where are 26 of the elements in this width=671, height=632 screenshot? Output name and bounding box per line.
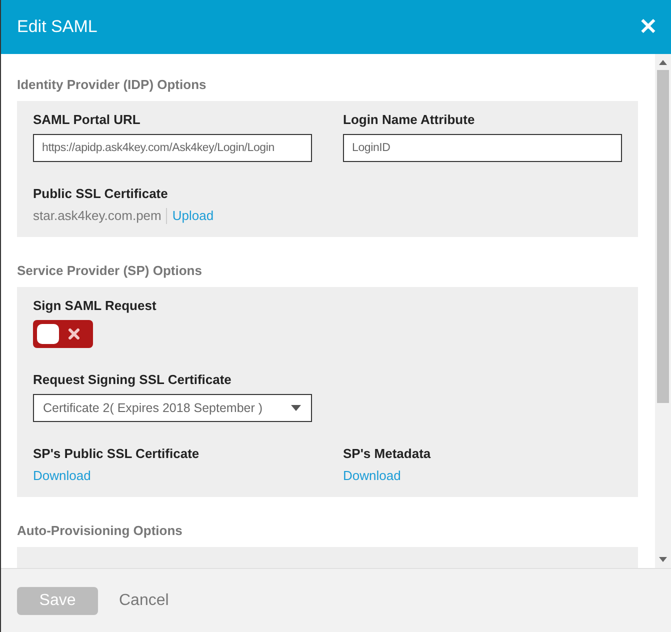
caret-icon	[291, 405, 301, 411]
text-field[interactable]: LoginID	[343, 134, 622, 162]
toggle-switch[interactable]	[33, 320, 93, 348]
dialog-title: Edit SAML	[17, 16, 98, 38]
download-link[interactable]: Download	[33, 468, 91, 484]
field-label: Public SSL Certificate	[33, 186, 168, 202]
scroll-down-icon[interactable]	[659, 557, 667, 562]
section-heading: Identity Provider (IDP) Options	[17, 77, 206, 93]
close-button[interactable]: ✕	[639, 16, 657, 38]
field-label: Sign SAML Request	[33, 298, 156, 314]
file-name: star.ask4key.com.pem	[33, 208, 168, 224]
scroll-up-icon[interactable]	[659, 60, 667, 65]
section-heading: Auto-Provisioning Options	[17, 523, 182, 539]
select-dropdown[interactable]: Certificate 2( Expires 2018 September )	[33, 394, 312, 422]
x-icon	[68, 328, 80, 340]
field-label: Request Signing SSL Certificate	[33, 372, 232, 388]
text-field[interactable]: https://apidp.ask4key.com/Ask4key/Login/Login	[33, 134, 312, 162]
cancel-button[interactable]: Cancel	[119, 588, 169, 612]
field-label: SP's Public SSL Certificate	[33, 446, 200, 462]
field-label: SP's Metadata	[343, 446, 431, 462]
section-heading: Service Provider (SP) Options	[17, 263, 202, 279]
upload-link[interactable]: Upload	[167, 208, 214, 224]
field-label: SAML Portal URL	[33, 112, 140, 128]
download-link[interactable]: Download	[343, 468, 401, 484]
field-label: Login Name Attribute	[343, 112, 475, 128]
scrollbar[interactable]	[655, 54, 671, 568]
